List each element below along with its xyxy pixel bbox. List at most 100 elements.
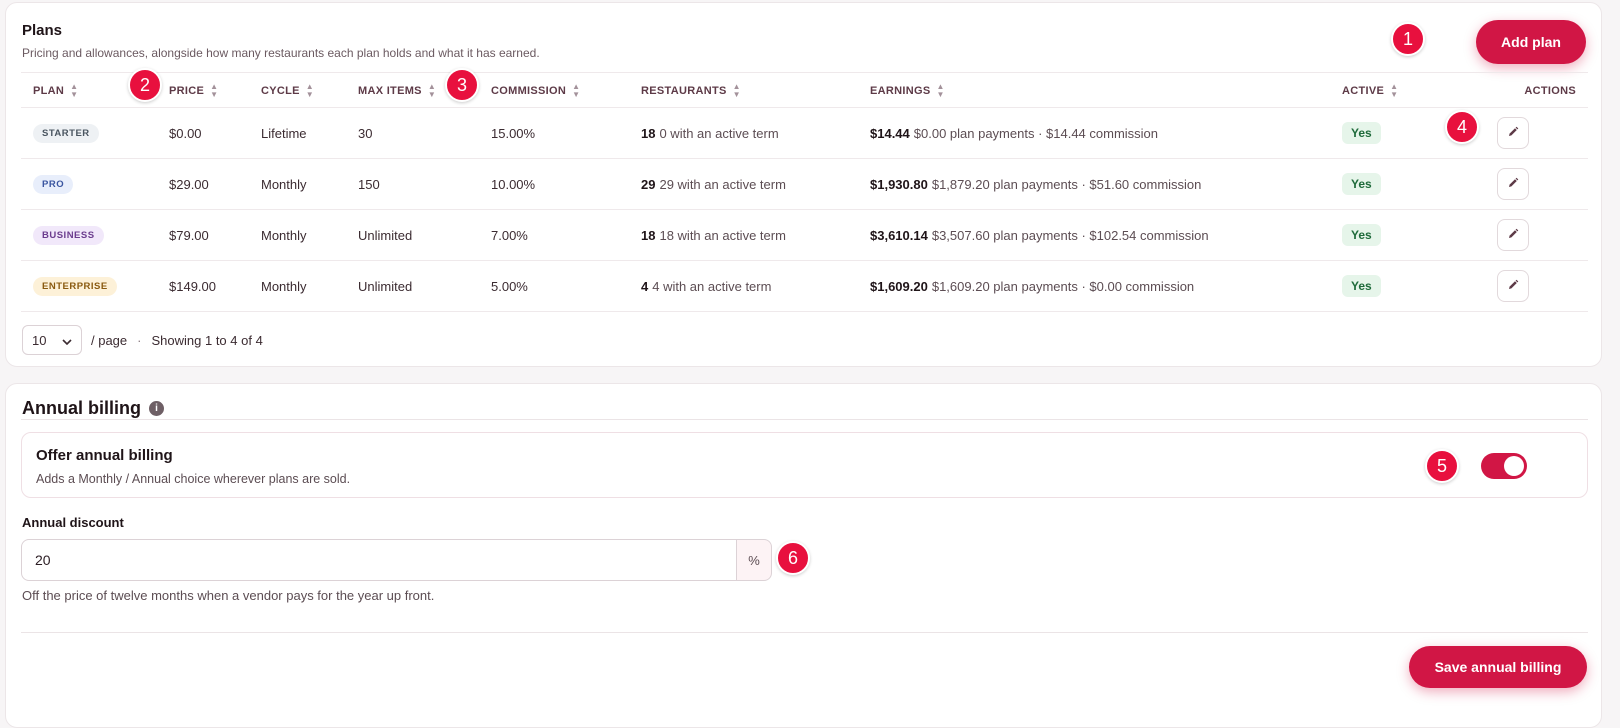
edit-plan-button[interactable] <box>1497 219 1529 251</box>
pager-separator: · <box>137 332 142 348</box>
price-cell: $149.00 <box>169 278 216 294</box>
column-header-plan[interactable]: PLAN ▲ ▼ <box>33 73 78 109</box>
billing-title-row: Annual billing i <box>22 398 164 419</box>
actions-cell <box>1497 108 1529 158</box>
earnings-cell: $3,610.14 $3,507.60 plan payments · $102.… <box>870 210 1209 260</box>
restaurants-cell: 18 0 with an active term <box>641 108 779 158</box>
price-cell: $29.00 <box>169 176 209 192</box>
sort-icon: ▲ ▼ <box>572 82 581 99</box>
divider <box>21 419 1588 420</box>
restaurants-count: 18 <box>641 125 656 141</box>
per-page-label: / page <box>91 332 128 348</box>
info-icon[interactable]: i <box>149 401 164 416</box>
earnings-total: $1,609.20 <box>870 278 928 294</box>
annotation-marker-2: 2 <box>128 68 162 102</box>
save-annual-billing-button[interactable]: Save annual billing <box>1409 646 1587 688</box>
divider <box>21 632 1588 633</box>
annual-discount-help: Off the price of twelve months when a ve… <box>22 588 435 603</box>
plan-badge: BUSINESS <box>33 225 104 245</box>
actions-cell <box>1497 159 1529 209</box>
plans-table: PLAN ▲ ▼ PRICE ▲ ▼ CYCLE ▲ ▼ MAX ITEMS ▲ ▼ COMMI… <box>21 72 1588 312</box>
annotation-marker-4: 4 <box>1445 110 1479 144</box>
earnings-detail: $3,507.60 plan payments · $102.54 commis… <box>931 227 1209 243</box>
sort-icon: ▲ ▼ <box>210 82 219 99</box>
offer-title: Offer annual billing <box>36 447 173 464</box>
sort-icon: ▲ ▼ <box>305 82 314 99</box>
plan-cell: BUSINESS <box>33 210 104 260</box>
active-badge: Yes <box>1342 173 1381 195</box>
table-row: PRO $29.00 Monthly 150 10.00% 29 29 with an ac… <box>21 159 1588 210</box>
restaurants-active-text: 4 with an active term <box>652 278 772 294</box>
active-cell: Yes <box>1342 159 1381 209</box>
annotation-marker-5: 5 <box>1425 449 1459 483</box>
earnings-cell: $14.44 $0.00 plan payments · $14.44 commi… <box>870 108 1158 158</box>
pagination: 10 / page · Showing 1 to 4 of 4 <box>22 325 263 355</box>
max-items-cell: 30 <box>358 125 373 141</box>
sort-icon: ▲ ▼ <box>1390 82 1399 99</box>
earnings-detail: $1,609.20 plan payments · $0.00 commissi… <box>931 278 1195 294</box>
column-header-cycle[interactable]: CYCLE ▲ ▼ <box>261 73 314 109</box>
plan-badge: STARTER <box>33 123 99 143</box>
offer-subtitle: Adds a Monthly / Annual choice wherever … <box>36 472 351 486</box>
price-cell: $0.00 <box>169 125 202 141</box>
sort-icon: ▲ ▼ <box>70 82 79 99</box>
max-items-cell: Unlimited <box>358 227 413 243</box>
commission-cell: 15.00% <box>491 125 536 141</box>
showing-text: Showing 1 to 4 of 4 <box>151 332 263 348</box>
table-row: BUSINESS $79.00 Monthly Unlimited 7.00% 18 18 … <box>21 210 1588 261</box>
plan-badge: ENTERPRISE <box>33 276 117 296</box>
annual-discount-input[interactable] <box>21 539 737 581</box>
active-cell: Yes <box>1342 108 1381 158</box>
percent-suffix: % <box>736 539 772 581</box>
earnings-cell: $1,930.80 $1,879.20 plan payments · $51.6… <box>870 159 1201 209</box>
restaurants-count: 29 <box>641 176 656 192</box>
add-plan-button[interactable]: Add plan <box>1476 20 1586 64</box>
restaurants-count: 4 <box>641 278 649 294</box>
offer-annual-billing-toggle[interactable] <box>1481 453 1527 479</box>
active-badge: Yes <box>1342 224 1381 246</box>
column-header-commission[interactable]: COMMISSION ▲ ▼ <box>491 73 580 109</box>
restaurants-active-text: 18 with an active term <box>659 227 786 243</box>
pencil-icon <box>1507 177 1519 192</box>
earnings-total: $3,610.14 <box>870 227 928 243</box>
plan-cell: ENTERPRISE <box>33 261 117 311</box>
cycle-cell: Monthly <box>261 278 307 294</box>
active-cell: Yes <box>1342 210 1381 260</box>
edit-plan-button[interactable] <box>1497 117 1529 149</box>
max-items-cell: Unlimited <box>358 278 413 294</box>
plans-subtitle: Pricing and allowances, alongside how ma… <box>22 46 540 60</box>
cycle-cell: Monthly <box>261 227 307 243</box>
earnings-cell: $1,609.20 $1,609.20 plan payments · $0.00… <box>870 261 1194 311</box>
column-header-actions: ACTIONS <box>1524 85 1576 97</box>
price-cell: $79.00 <box>169 227 209 243</box>
pencil-icon <box>1507 126 1519 141</box>
table-row: STARTER $0.00 Lifetime 30 15.00% 18 0 with an … <box>21 108 1588 159</box>
plans-title: Plans <box>22 22 63 39</box>
per-page-select[interactable]: 10 <box>22 325 82 355</box>
cycle-cell: Monthly <box>261 176 307 192</box>
pencil-icon <box>1507 279 1519 294</box>
edit-plan-button[interactable] <box>1497 270 1529 302</box>
annotation-marker-3: 3 <box>445 68 479 102</box>
actions-cell <box>1497 261 1529 311</box>
column-header-active[interactable]: ACTIVE ▲ ▼ <box>1342 73 1398 109</box>
column-header-max-items[interactable]: MAX ITEMS ▲ ▼ <box>358 73 436 109</box>
table-row: ENTERPRISE $149.00 Monthly Unlimited 5.00% 4 4… <box>21 261 1588 312</box>
earnings-total: $14.44 <box>870 125 910 141</box>
column-header-price[interactable]: PRICE ▲ ▼ <box>169 73 218 109</box>
earnings-total: $1,930.80 <box>870 176 928 192</box>
column-header-restaurants[interactable]: RESTAURANTS ▲ ▼ <box>641 73 741 109</box>
chevron-down-icon <box>62 333 72 348</box>
earnings-detail: $0.00 plan payments · $14.44 commission <box>913 125 1159 141</box>
toggle-knob <box>1504 456 1524 476</box>
restaurants-cell: 29 29 with an active term <box>641 159 786 209</box>
annotation-marker-1: 1 <box>1391 22 1425 56</box>
active-badge: Yes <box>1342 122 1381 144</box>
column-header-earnings[interactable]: EARNINGS ▲ ▼ <box>870 73 945 109</box>
restaurants-active-text: 29 with an active term <box>659 176 786 192</box>
earnings-detail: $1,879.20 plan payments · $51.60 commiss… <box>931 176 1202 192</box>
commission-cell: 7.00% <box>491 227 528 243</box>
plan-cell: PRO <box>33 159 74 209</box>
sort-icon: ▲ ▼ <box>732 82 741 99</box>
edit-plan-button[interactable] <box>1497 168 1529 200</box>
